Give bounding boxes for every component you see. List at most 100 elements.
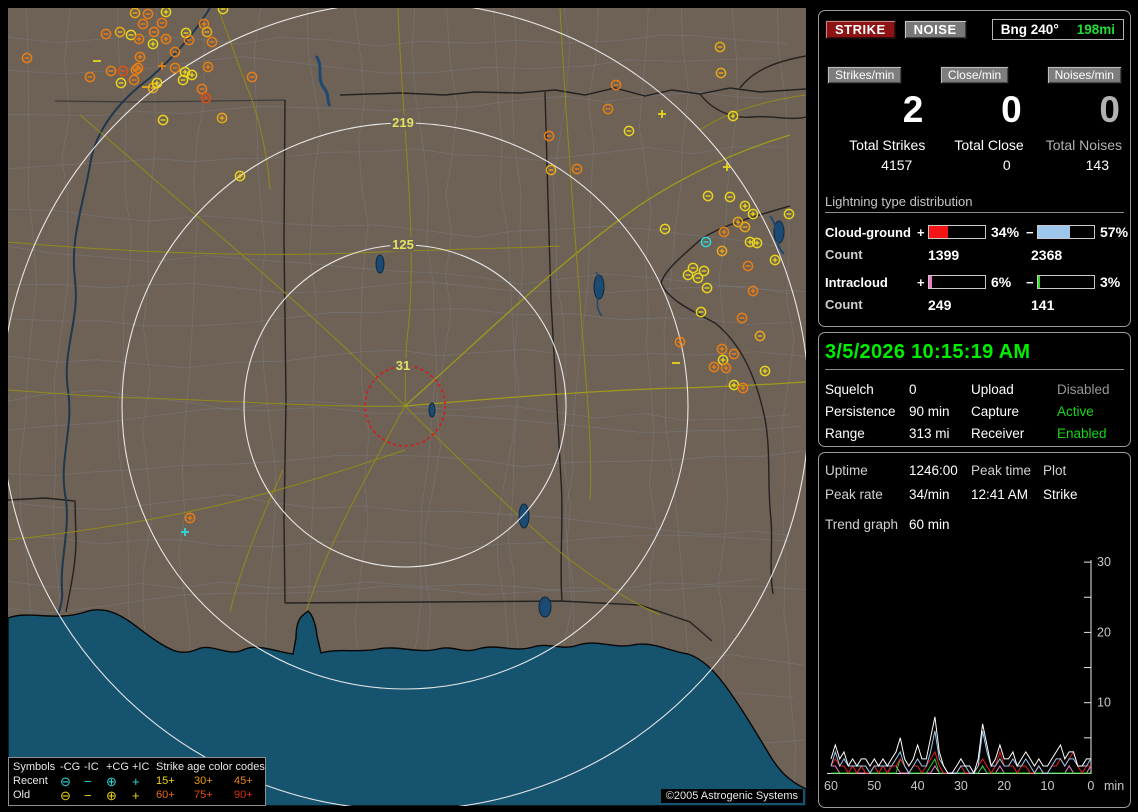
total-strikes-label: Total Strikes — [849, 137, 926, 153]
ic-plus-old-icon: + — [132, 787, 140, 803]
cloud-ground-count-row: Count 1399 2368 — [825, 247, 1124, 263]
strikes-counter: Strikes/min 2 Total Strikes 4157 — [827, 66, 925, 173]
peak-time-label: Peak time — [971, 463, 1032, 478]
trend-graph-value: 60 min — [909, 517, 950, 532]
intracloud-row: Intracloud + 6% − 3% — [825, 274, 1124, 290]
peak-rate-label: Peak rate — [825, 487, 883, 502]
trend-box: Uptime 1246:00 Peak time Plot Peak rate … — [818, 452, 1131, 808]
stats-grid: Uptime 1246:00 Peak time Plot Peak rate … — [825, 463, 1124, 502]
ic-minus-pct: 3% — [1100, 274, 1121, 290]
ring-label: 125 — [392, 237, 414, 252]
map-panel[interactable]: 313 219 125 31 Symbols -CG -IC +CG +IC Stri… — [8, 8, 806, 806]
x-tick-label: 10 — [1041, 779, 1055, 793]
intracloud-count-row: Count 249 141 — [825, 297, 1124, 313]
total-noises-value: 143 — [1085, 157, 1109, 173]
plot-value: Strike — [1043, 487, 1078, 502]
y-tick-label: 20 — [1097, 625, 1111, 639]
intracloud-label: Intracloud — [825, 274, 888, 290]
distribution-title: Lightning type distribution — [825, 194, 1124, 213]
trend-series — [830, 716, 1091, 775]
y-tick-label: 30 — [1097, 555, 1111, 569]
legend-header-cg-minus: -CG — [60, 761, 81, 773]
noises-per-min-value: 0 — [1099, 89, 1120, 130]
copyright: ©2005 Astrogenic Systems — [660, 789, 803, 803]
legend-row-old-label: Old — [13, 789, 31, 801]
strike-stats-box: STRIKE NOISE Bng 240° 198mi Strikes/min … — [818, 10, 1131, 327]
persistence-label: Persistence — [825, 404, 896, 419]
close-counter: Close/min 0 Total Close 0 — [925, 66, 1024, 173]
date-time: 3/5/2026 10:15:19 AM — [825, 341, 1124, 370]
ic-plus-bar — [928, 275, 986, 289]
trend-graph-label: Trend graph — [825, 517, 899, 532]
bearing-distance: 198mi — [1076, 22, 1115, 37]
upload-label: Upload — [971, 382, 1014, 397]
uptime-value: 1246:00 — [909, 463, 958, 478]
trend-chart: 10 20 30 60 50 40 30 20 10 0 min — [824, 555, 1124, 793]
ic-minus-recent-icon: − — [84, 773, 92, 789]
age-code-60: 60+ — [156, 789, 175, 801]
rate-counters: Strikes/min 2 Total Strikes 4157 Close/m… — [825, 66, 1124, 173]
plus-sign: + — [917, 274, 925, 290]
legend-header-cg-plus: +CG — [106, 761, 129, 773]
peak-time-value: 12:41 AM — [971, 487, 1029, 502]
strike-button[interactable]: STRIKE — [825, 20, 896, 39]
ring-label: 31 — [396, 358, 410, 373]
plot-label: Plot — [1043, 463, 1067, 478]
strikes-per-min-button[interactable]: Strikes/min — [827, 66, 903, 84]
ic-plus-recent-icon: + — [132, 773, 140, 789]
trend-series — [831, 765, 1092, 774]
minus-sign: − — [1026, 274, 1034, 290]
capture-label: Capture — [971, 404, 1020, 419]
noise-button[interactable]: NOISE — [903, 20, 967, 39]
cg-plus-count: 1399 — [928, 247, 960, 263]
legend-row-recent-label: Recent — [13, 775, 48, 787]
cg-minus-bar — [1037, 225, 1095, 239]
legend-header-symbols: Symbols — [13, 761, 56, 773]
bearing-value: Bng 240° — [1000, 22, 1059, 37]
ic-plus-pct: 6% — [991, 274, 1012, 290]
ic-minus-bar — [1037, 275, 1095, 289]
persistence-value: 90 min — [909, 404, 950, 419]
cloud-ground-row: Cloud-ground + 34% − 57% — [825, 224, 1128, 240]
receiver-status: Enabled — [1057, 426, 1107, 441]
cg-plus-recent-icon: ⊕ — [106, 773, 117, 789]
legend-header-ic-minus: -IC — [84, 761, 99, 773]
total-close-value: 0 — [1002, 157, 1011, 173]
cg-plus-old-icon: ⊕ — [106, 787, 117, 803]
cg-plus-pct: 34% — [991, 224, 1020, 240]
total-strikes-value: 4157 — [881, 157, 913, 173]
ic-minus-count: 141 — [1031, 297, 1055, 313]
peak-rate-value: 34/min — [909, 487, 950, 502]
x-tick-label: 40 — [911, 779, 925, 793]
close-per-min-button[interactable]: Close/min — [939, 66, 1010, 84]
x-tick-label: 30 — [954, 779, 968, 793]
noises-per-min-button[interactable]: Noises/min — [1046, 66, 1122, 84]
noises-counter: Noises/min 0 Total Noises 143 — [1024, 66, 1122, 173]
strikes-per-min-value: 2 — [902, 89, 924, 130]
cg-plus-bar — [928, 225, 986, 239]
legend-header-ic-plus: +IC — [132, 761, 150, 773]
age-code-45: 45+ — [234, 775, 253, 787]
x-tick-label: 20 — [997, 779, 1011, 793]
upload-status: Disabled — [1057, 382, 1110, 397]
map-canvas[interactable]: 313 219 125 31 — [8, 8, 806, 806]
range-label: Range — [825, 426, 865, 441]
settings-grid: Squelch 0 Upload Disabled Persistence 90… — [825, 382, 1124, 441]
age-code-15: 15+ — [156, 775, 175, 787]
status-box: 3/5/2026 10:15:19 AM Squelch 0 Upload Di… — [818, 332, 1131, 447]
minus-sign: − — [1026, 224, 1034, 240]
cg-minus-old-icon: ⊖ — [60, 787, 71, 803]
cloud-ground-label: Cloud-ground — [825, 224, 911, 240]
capture-status: Active — [1057, 404, 1094, 419]
receiver-label: Receiver — [971, 426, 1025, 441]
cg-minus-recent-icon: ⊖ — [60, 773, 71, 789]
close-per-min-value: 0 — [1001, 89, 1022, 130]
age-code-30: 30+ — [194, 775, 213, 787]
x-tick-label: 0 — [1087, 779, 1094, 793]
age-code-90: 90+ — [234, 789, 253, 801]
bearing-display: Bng 240° 198mi — [991, 19, 1124, 40]
uptime-label: Uptime — [825, 463, 868, 478]
ring-label: 313 — [392, 8, 414, 9]
trend-series — [830, 750, 1091, 774]
cg-minus-count: 2368 — [1031, 247, 1063, 263]
